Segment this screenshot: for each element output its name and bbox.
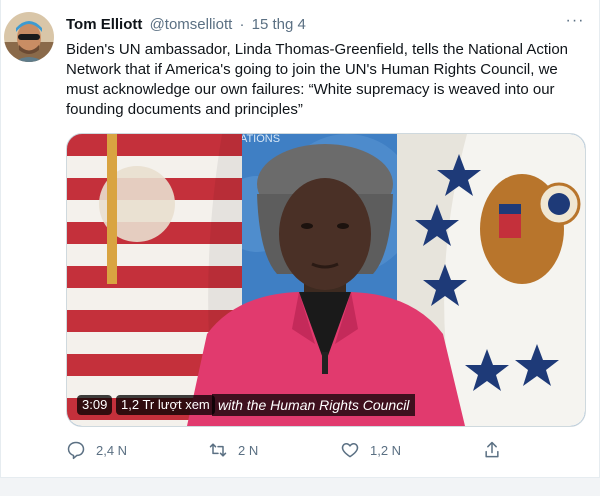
reply-button[interactable]: 2,4 N <box>66 438 127 462</box>
tweet-header: Tom Elliott @tomselliott · 15 thg 4 <box>66 16 306 34</box>
tweet-card[interactable]: Tom Elliott @tomselliott · 15 thg 4 ··· … <box>0 0 600 477</box>
header-separator: · <box>239 16 245 33</box>
author-name[interactable]: Tom Elliott <box>66 16 142 33</box>
video-player[interactable]: NATIONS 3:09 1,2 Tr lượt xem with the Hu… <box>66 133 586 427</box>
video-caption: with the Human Rights Council <box>212 394 416 416</box>
tweet-text: Biden's UN ambassador, Linda Thomas-Gree… <box>66 41 569 118</box>
reply-count: 2,4 N <box>96 442 128 458</box>
author-handle[interactable]: @tomselliott <box>150 16 233 33</box>
like-count: 1,2 N <box>370 442 402 458</box>
video-views-badge: 1,2 Tr lượt xem <box>116 395 215 415</box>
video-frame-image: NATIONS <box>67 134 585 426</box>
retweet-icon <box>208 440 228 460</box>
tweet-actions: 2,4 N 2 N 1,2 N <box>66 438 586 462</box>
share-button[interactable] <box>482 438 512 462</box>
like-icon <box>340 440 360 460</box>
video-duration-badge: 3:09 <box>77 395 113 415</box>
timeline-divider <box>0 477 600 496</box>
reply-icon <box>66 440 86 460</box>
retweet-count: 2 N <box>238 442 259 458</box>
share-icon <box>482 440 502 460</box>
retweet-button[interactable]: 2 N <box>208 438 258 462</box>
author-avatar[interactable] <box>4 12 54 62</box>
like-button[interactable]: 1,2 N <box>340 438 401 462</box>
tweet-date[interactable]: 15 thg 4 <box>252 16 306 33</box>
more-options-icon[interactable]: ··· <box>562 12 588 34</box>
